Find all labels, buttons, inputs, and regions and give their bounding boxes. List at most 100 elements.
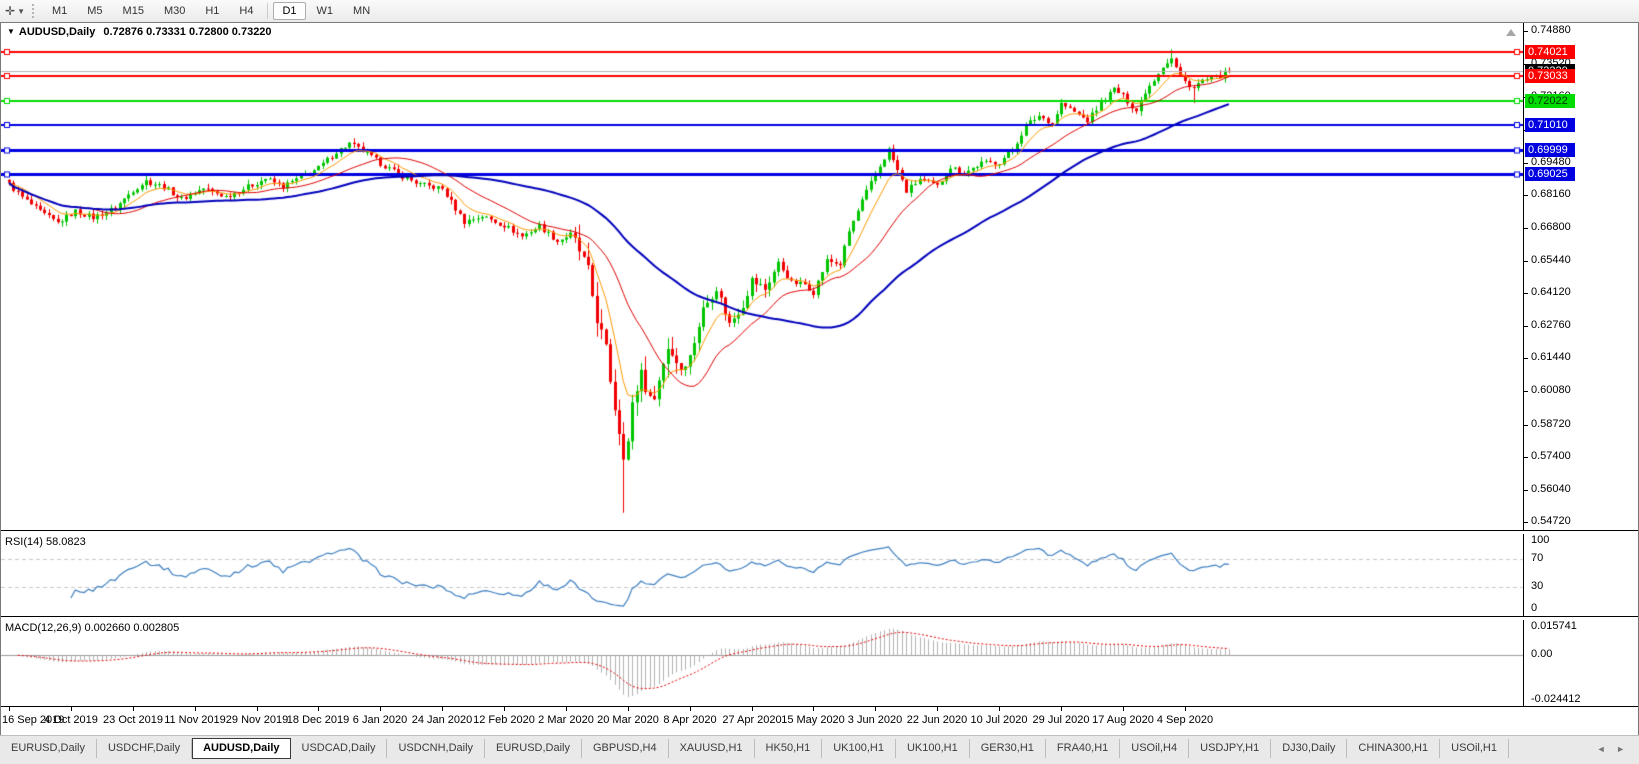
symbol-tab-FRA40-H1[interactable]: FRA40,H1 <box>1046 739 1120 758</box>
date-axis-label: 18 Dec 2019 <box>287 714 349 726</box>
timeframe-button-W1[interactable]: W1 <box>308 2 343 20</box>
date-axis-tick <box>1123 707 1124 711</box>
price-pane: ▼AUDUSD,Daily0.72876 0.73331 0.72800 0.7… <box>1 23 1638 530</box>
symbol-tab-CHINA300-H1[interactable]: CHINA300,H1 <box>1347 739 1440 758</box>
symbol-tab-USDCHF-Daily[interactable]: USDCHF,Daily <box>97 739 192 758</box>
symbol-tab-USOil-H1[interactable]: USOil,H1 <box>1440 739 1509 758</box>
date-axis-label: 11 Nov 2019 <box>164 714 226 726</box>
toolbar-grip[interactable] <box>32 4 36 18</box>
timeframe-button-M5[interactable]: M5 <box>78 2 111 20</box>
collapse-triangle-icon[interactable]: ▼ <box>7 27 15 36</box>
symbol-tab-USDJPY-H1[interactable]: USDJPY,H1 <box>1189 739 1271 758</box>
symbol-tab-DJ30-Daily[interactable]: DJ30,Daily <box>1271 739 1347 758</box>
rsi-axis-label: 0 <box>1531 602 1537 614</box>
date-axis-tick <box>380 707 381 711</box>
symbol-tab-HK50-H1[interactable]: HK50,H1 <box>755 739 823 758</box>
date-axis-tick <box>9 707 10 711</box>
date-axis-tick <box>1061 707 1062 711</box>
symbol-tab-USDCAD-Daily[interactable]: USDCAD,Daily <box>291 739 388 758</box>
symbol-tab-EURUSD-Daily[interactable]: EURUSD,Daily <box>0 739 97 758</box>
chart-window: ▼AUDUSD,Daily0.72876 0.73331 0.72800 0.7… <box>0 22 1639 736</box>
price-axis-tick <box>1524 425 1528 426</box>
price-axis[interactable]: 0.748800.735200.721600.708000.694800.681… <box>1523 23 1638 530</box>
date-axis-tick <box>318 707 319 711</box>
macd-axis: 0.0157410.00-0.024412 <box>1523 620 1638 706</box>
price-line-badge: 0.69025 <box>1525 167 1575 181</box>
timeframe-button-H1[interactable]: H1 <box>196 2 228 20</box>
date-axis-tick <box>937 707 938 711</box>
date-axis-tick <box>813 707 814 711</box>
macd-label: MACD(12,26,9) 0.002660 0.002805 <box>5 622 179 634</box>
symbol-period-label: AUDUSD,Daily <box>19 26 95 38</box>
symbol-tab-AUDUSD-Daily[interactable]: AUDUSD,Daily <box>192 738 290 759</box>
timeframe-button-H4[interactable]: H4 <box>230 2 262 20</box>
rsi-label: RSI(14) 58.0823 <box>5 536 86 548</box>
symbol-tab-USOil-H4[interactable]: USOil,H4 <box>1120 739 1189 758</box>
rsi-axis-label: 100 <box>1531 534 1549 546</box>
rsi-canvas[interactable] <box>1 534 1523 616</box>
symbol-tab-GBPUSD-H4[interactable]: GBPUSD,H4 <box>582 739 669 758</box>
symbol-tab-UK100-H1[interactable]: UK100,H1 <box>822 739 896 758</box>
price-axis-label: 0.62760 <box>1531 319 1571 331</box>
price-axis-tick <box>1524 490 1528 491</box>
date-axis-label: 6 Jan 2020 <box>353 714 407 726</box>
date-axis-label: 8 Apr 2020 <box>663 714 716 726</box>
date-axis-tick <box>566 707 567 711</box>
price-axis-tick <box>1524 163 1528 164</box>
rsi-axis: 10070300 <box>1523 534 1638 616</box>
date-axis-label: 29 Nov 2019 <box>226 714 288 726</box>
price-axis-label: 0.57400 <box>1531 450 1571 462</box>
price-axis-tick <box>1524 326 1528 327</box>
timeframe-button-group: M1M5M15M30H1H4 D1W1MN <box>42 2 380 20</box>
date-axis-label: 12 Feb 2020 <box>473 714 535 726</box>
date-axis-label: 24 Jan 2020 <box>412 714 473 726</box>
price-line-badge: 0.69999 <box>1525 143 1575 157</box>
timeframe-button-D1[interactable]: D1 <box>273 2 305 20</box>
date-axis-tick <box>257 707 258 711</box>
date-axis-label: 4 Oct 2019 <box>44 714 98 726</box>
price-axis-tick <box>1524 228 1528 229</box>
rsi-pane: RSI(14) 58.0823 10070300 <box>1 534 1638 616</box>
date-axis-tick <box>875 707 876 711</box>
price-line-badge: 0.71010 <box>1525 118 1575 132</box>
symbol-tab-XAUUSD-H1[interactable]: XAUUSD,H1 <box>669 739 755 758</box>
date-axis-label: 2 Mar 2020 <box>538 714 594 726</box>
chevron-down-icon[interactable]: ▼ <box>17 7 25 16</box>
chart-title: ▼AUDUSD,Daily0.72876 0.73331 0.72800 0.7… <box>7 26 272 38</box>
tab-scroll-arrows[interactable]: ◄ ► <box>1597 739 1639 754</box>
price-axis-label: 0.64120 <box>1531 286 1571 298</box>
date-axis-tick <box>195 707 196 711</box>
date-axis-label: 29 Jul 2020 <box>1033 714 1090 726</box>
cursor-tool-icon[interactable]: ✛ ▼ <box>5 4 25 18</box>
top-toolbar: ✛ ▼ M1M5M15M30H1H4 D1W1MN <box>0 0 1639 23</box>
symbol-tab-GER30-H1[interactable]: GER30,H1 <box>970 739 1046 758</box>
date-axis-label: 10 Jul 2020 <box>971 714 1028 726</box>
symbol-tab-USDCNH-Daily[interactable]: USDCNH,Daily <box>387 739 485 758</box>
timeframe-button-M15[interactable]: M15 <box>114 2 153 20</box>
crosshair-icon: ✛ <box>5 4 15 18</box>
price-chart-canvas[interactable] <box>1 23 1523 530</box>
toolbar-separator <box>267 3 268 19</box>
symbol-tab-EURUSD-Daily[interactable]: EURUSD,Daily <box>485 739 582 758</box>
timeframe-button-M30[interactable]: M30 <box>155 2 194 20</box>
price-axis-label: 0.54720 <box>1531 515 1571 527</box>
date-axis: 16 Sep 20194 Oct 201923 Oct 201911 Nov 2… <box>1 707 1638 733</box>
date-axis-tick <box>752 707 753 711</box>
price-axis-label: 0.65440 <box>1531 254 1571 266</box>
chart-tab-bar: EURUSD,DailyUSDCHF,DailyAUDUSD,DailyUSDC… <box>0 735 1639 764</box>
timeframe-button-MN[interactable]: MN <box>344 2 379 20</box>
price-axis-tick <box>1524 195 1528 196</box>
price-axis-label: 0.56040 <box>1531 483 1571 495</box>
autoscroll-marker-icon[interactable] <box>1506 29 1516 36</box>
date-axis-tick <box>1185 707 1186 711</box>
timeframe-button-M1[interactable]: M1 <box>43 2 76 20</box>
price-axis-label: 0.68160 <box>1531 188 1571 200</box>
date-axis-label: 15 May 2020 <box>781 714 845 726</box>
macd-axis-label: 0.00 <box>1531 648 1552 660</box>
symbol-tab-UK100-H1[interactable]: UK100,H1 <box>896 739 970 758</box>
macd-canvas[interactable] <box>1 620 1523 706</box>
rsi-axis-label: 70 <box>1531 552 1543 564</box>
price-axis-label: 0.60080 <box>1531 384 1571 396</box>
price-axis-tick <box>1524 358 1528 359</box>
date-axis-tick <box>690 707 691 711</box>
